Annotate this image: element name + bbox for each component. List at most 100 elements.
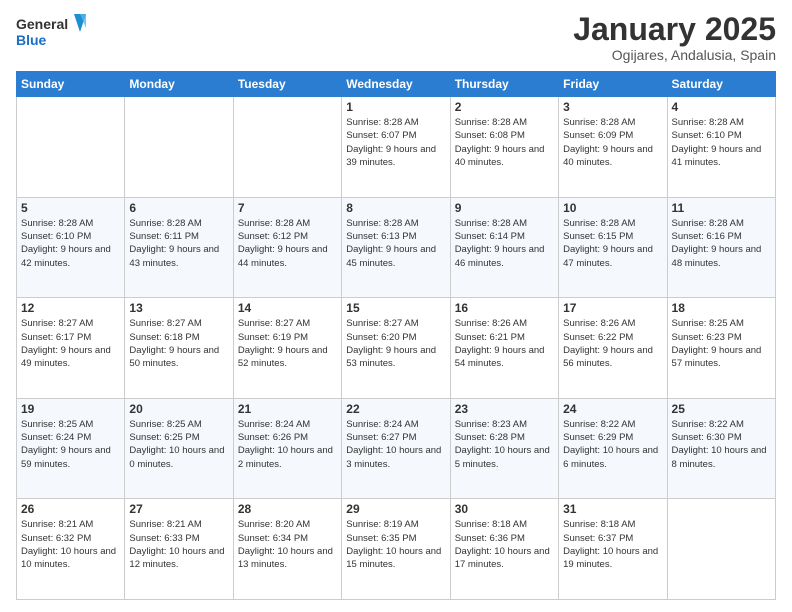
day-number-18: 18 (672, 301, 771, 315)
day-info-24: Sunrise: 8:22 AM Sunset: 6:29 PM Dayligh… (563, 418, 662, 471)
day-number-25: 25 (672, 402, 771, 416)
day-info-16: Sunrise: 8:26 AM Sunset: 6:21 PM Dayligh… (455, 317, 554, 370)
day-info-21: Sunrise: 8:24 AM Sunset: 6:26 PM Dayligh… (238, 418, 337, 471)
week-row-3: 12 Sunrise: 8:27 AM Sunset: 6:17 PM Dayli… (17, 298, 776, 399)
weekday-header-tuesday: Tuesday (233, 72, 341, 97)
title-block: January 2025 Ogijares, Andalusia, Spain (573, 12, 776, 63)
day-number-6: 6 (129, 201, 228, 215)
day-cell-5: 5 Sunrise: 8:28 AM Sunset: 6:10 PM Daylig… (17, 197, 125, 298)
day-info-7: Sunrise: 8:28 AM Sunset: 6:12 PM Dayligh… (238, 217, 337, 270)
day-cell-26: 26 Sunrise: 8:21 AM Sunset: 6:32 PM Dayli… (17, 499, 125, 600)
empty-cell (667, 499, 775, 600)
day-number-5: 5 (21, 201, 120, 215)
day-number-12: 12 (21, 301, 120, 315)
day-info-12: Sunrise: 8:27 AM Sunset: 6:17 PM Dayligh… (21, 317, 120, 370)
day-info-15: Sunrise: 8:27 AM Sunset: 6:20 PM Dayligh… (346, 317, 445, 370)
day-number-19: 19 (21, 402, 120, 416)
day-cell-2: 2 Sunrise: 8:28 AM Sunset: 6:08 PM Daylig… (450, 97, 558, 198)
day-number-27: 27 (129, 502, 228, 516)
day-info-28: Sunrise: 8:20 AM Sunset: 6:34 PM Dayligh… (238, 518, 337, 571)
day-number-21: 21 (238, 402, 337, 416)
day-info-3: Sunrise: 8:28 AM Sunset: 6:09 PM Dayligh… (563, 116, 662, 169)
day-number-15: 15 (346, 301, 445, 315)
header: General Blue January 2025 Ogijares, Anda… (16, 12, 776, 63)
day-number-22: 22 (346, 402, 445, 416)
weekday-header-monday: Monday (125, 72, 233, 97)
day-info-13: Sunrise: 8:27 AM Sunset: 6:18 PM Dayligh… (129, 317, 228, 370)
day-cell-28: 28Sunrise: 8:20 AM Sunset: 6:34 PM Dayli… (233, 499, 341, 600)
week-row-5: 26 Sunrise: 8:21 AM Sunset: 6:32 PM Dayli… (17, 499, 776, 600)
day-info-17: Sunrise: 8:26 AM Sunset: 6:22 PM Dayligh… (563, 317, 662, 370)
day-number-17: 17 (563, 301, 662, 315)
subtitle: Ogijares, Andalusia, Spain (573, 47, 776, 63)
day-cell-30: 30Sunrise: 8:18 AM Sunset: 6:36 PM Dayli… (450, 499, 558, 600)
day-cell-23: 23 Sunrise: 8:23 AM Sunset: 6:28 PM Dayli… (450, 398, 558, 499)
day-info-27: Sunrise: 8:21 AM Sunset: 6:33 PM Dayligh… (129, 518, 228, 571)
day-number-31: 31 (563, 502, 662, 516)
main-title: January 2025 (573, 12, 776, 47)
page: General Blue January 2025 Ogijares, Anda… (0, 0, 792, 612)
day-cell-13: 13 Sunrise: 8:27 AM Sunset: 6:18 PM Dayli… (125, 298, 233, 399)
weekday-header-sunday: Sunday (17, 72, 125, 97)
day-info-29: Sunrise: 8:19 AM Sunset: 6:35 PM Dayligh… (346, 518, 445, 571)
day-info-5: Sunrise: 8:28 AM Sunset: 6:10 PM Dayligh… (21, 217, 120, 270)
day-info-20: Sunrise: 8:25 AM Sunset: 6:25 PM Dayligh… (129, 418, 228, 471)
day-number-29: 29 (346, 502, 445, 516)
day-info-31: Sunrise: 8:18 AM Sunset: 6:37 PM Dayligh… (563, 518, 662, 571)
svg-text:Blue: Blue (16, 32, 47, 48)
day-info-9: Sunrise: 8:28 AM Sunset: 6:14 PM Dayligh… (455, 217, 554, 270)
day-cell-15: 15 Sunrise: 8:27 AM Sunset: 6:20 PM Dayli… (342, 298, 450, 399)
day-number-11: 11 (672, 201, 771, 215)
day-info-22: Sunrise: 8:24 AM Sunset: 6:27 PM Dayligh… (346, 418, 445, 471)
day-number-4: 4 (672, 100, 771, 114)
day-cell-1: 1 Sunrise: 8:28 AM Sunset: 6:07 PM Daylig… (342, 97, 450, 198)
week-row-2: 5 Sunrise: 8:28 AM Sunset: 6:10 PM Daylig… (17, 197, 776, 298)
day-cell-10: 10Sunrise: 8:28 AM Sunset: 6:15 PM Dayli… (559, 197, 667, 298)
day-info-6: Sunrise: 8:28 AM Sunset: 6:11 PM Dayligh… (129, 217, 228, 270)
logo-icon: General Blue (16, 12, 86, 52)
day-number-24: 24 (563, 402, 662, 416)
day-cell-19: 19Sunrise: 8:25 AM Sunset: 6:24 PM Dayli… (17, 398, 125, 499)
day-cell-17: 17 Sunrise: 8:26 AM Sunset: 6:22 PM Dayli… (559, 298, 667, 399)
day-number-26: 26 (21, 502, 120, 516)
day-number-2: 2 (455, 100, 554, 114)
day-info-25: Sunrise: 8:22 AM Sunset: 6:30 PM Dayligh… (672, 418, 771, 471)
week-row-4: 19Sunrise: 8:25 AM Sunset: 6:24 PM Dayli… (17, 398, 776, 499)
day-cell-31: 31 Sunrise: 8:18 AM Sunset: 6:37 PM Dayli… (559, 499, 667, 600)
week-row-1: 1 Sunrise: 8:28 AM Sunset: 6:07 PM Daylig… (17, 97, 776, 198)
day-number-7: 7 (238, 201, 337, 215)
empty-cell (17, 97, 125, 198)
day-info-11: Sunrise: 8:28 AM Sunset: 6:16 PM Dayligh… (672, 217, 771, 270)
day-cell-11: 11 Sunrise: 8:28 AM Sunset: 6:16 PM Dayli… (667, 197, 775, 298)
day-cell-8: 8Sunrise: 8:28 AM Sunset: 6:13 PM Daylig… (342, 197, 450, 298)
day-info-8: Sunrise: 8:28 AM Sunset: 6:13 PM Dayligh… (346, 217, 445, 270)
day-info-1: Sunrise: 8:28 AM Sunset: 6:07 PM Dayligh… (346, 116, 445, 169)
day-info-10: Sunrise: 8:28 AM Sunset: 6:15 PM Dayligh… (563, 217, 662, 270)
day-number-14: 14 (238, 301, 337, 315)
day-cell-14: 14 Sunrise: 8:27 AM Sunset: 6:19 PM Dayli… (233, 298, 341, 399)
day-cell-27: 27 Sunrise: 8:21 AM Sunset: 6:33 PM Dayli… (125, 499, 233, 600)
day-cell-12: 12 Sunrise: 8:27 AM Sunset: 6:17 PM Dayli… (17, 298, 125, 399)
day-info-14: Sunrise: 8:27 AM Sunset: 6:19 PM Dayligh… (238, 317, 337, 370)
day-info-2: Sunrise: 8:28 AM Sunset: 6:08 PM Dayligh… (455, 116, 554, 169)
day-cell-21: 21 Sunrise: 8:24 AM Sunset: 6:26 PM Dayli… (233, 398, 341, 499)
logo: General Blue (16, 12, 86, 52)
day-cell-25: 25 Sunrise: 8:22 AM Sunset: 6:30 PM Dayli… (667, 398, 775, 499)
day-number-9: 9 (455, 201, 554, 215)
day-cell-4: 4Sunrise: 8:28 AM Sunset: 6:10 PM Daylig… (667, 97, 775, 198)
day-cell-24: 24 Sunrise: 8:22 AM Sunset: 6:29 PM Dayli… (559, 398, 667, 499)
day-cell-16: 16 Sunrise: 8:26 AM Sunset: 6:21 PM Dayli… (450, 298, 558, 399)
day-info-30: Sunrise: 8:18 AM Sunset: 6:36 PM Dayligh… (455, 518, 554, 571)
day-number-16: 16 (455, 301, 554, 315)
calendar-table: SundayMondayTuesdayWednesdayThursdayFrid… (16, 71, 776, 600)
day-info-26: Sunrise: 8:21 AM Sunset: 6:32 PM Dayligh… (21, 518, 120, 571)
day-cell-18: 18Sunrise: 8:25 AM Sunset: 6:23 PM Dayli… (667, 298, 775, 399)
day-cell-3: 3Sunrise: 8:28 AM Sunset: 6:09 PM Daylig… (559, 97, 667, 198)
day-cell-9: 9 Sunrise: 8:28 AM Sunset: 6:14 PM Daylig… (450, 197, 558, 298)
day-info-23: Sunrise: 8:23 AM Sunset: 6:28 PM Dayligh… (455, 418, 554, 471)
day-number-1: 1 (346, 100, 445, 114)
day-cell-7: 7 Sunrise: 8:28 AM Sunset: 6:12 PM Daylig… (233, 197, 341, 298)
day-cell-22: 22 Sunrise: 8:24 AM Sunset: 6:27 PM Dayli… (342, 398, 450, 499)
day-number-13: 13 (129, 301, 228, 315)
day-number-23: 23 (455, 402, 554, 416)
